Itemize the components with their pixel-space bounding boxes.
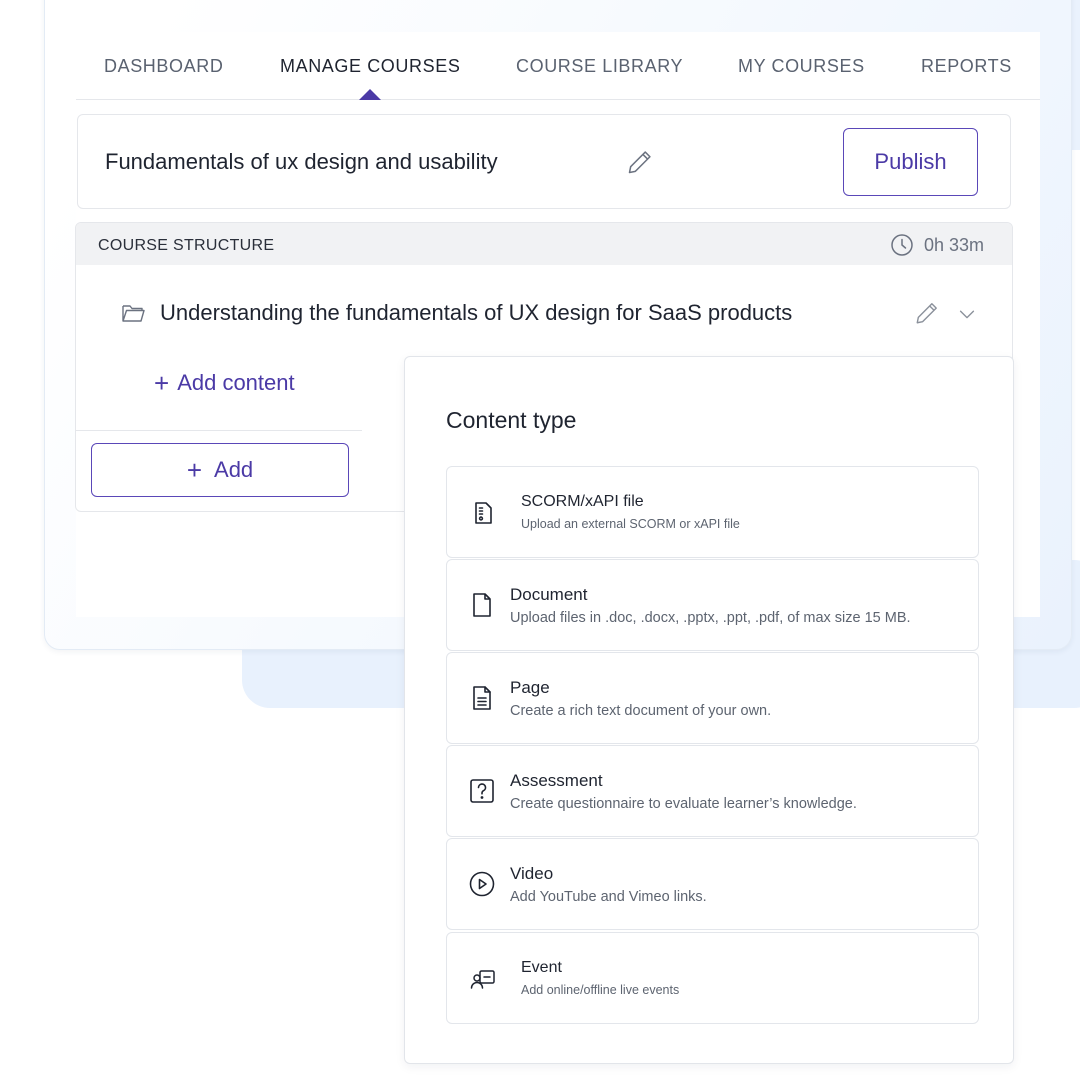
plus-icon: + [186, 454, 203, 485]
scorm-file-icon [475, 502, 492, 524]
page-icon [473, 686, 491, 710]
option-event[interactable]: Event Add online/offline live events [446, 932, 979, 1024]
course-title: Fundamentals of ux design and usability [105, 149, 498, 174]
tab-manage-courses[interactable]: MANAGE COURSES [280, 56, 460, 77]
active-tab-indicator [359, 89, 381, 100]
option-label: Assessment [510, 771, 603, 790]
option-description: Add YouTube and Vimeo links. [510, 889, 707, 905]
option-description: Create a rich text document of your own. [510, 703, 772, 719]
content-type-popup: Content type SCORM/xAPI file Upload an e… [404, 356, 1014, 1064]
pencil-icon[interactable] [626, 148, 654, 176]
add-label: Add [214, 456, 254, 482]
pencil-icon[interactable] [914, 300, 940, 326]
option-video[interactable]: Video Add YouTube and Vimeo links. [446, 838, 979, 930]
popup-title: Content type [446, 407, 577, 433]
option-label: Event [521, 959, 562, 976]
document-icon [473, 593, 491, 617]
option-assessment[interactable]: Assessment Create questionnaire to evalu… [446, 745, 979, 837]
option-page[interactable]: Page Create a rich text document of your… [446, 652, 979, 744]
tab-my-courses[interactable]: MY COURSES [738, 56, 865, 77]
course-title-card: Fundamentals of ux design and usability … [77, 114, 1011, 209]
clock-icon [891, 234, 913, 256]
tab-dashboard[interactable]: DASHBOARD [104, 56, 223, 77]
option-description: Upload files in .doc, .docx, .pptx, .ppt… [510, 610, 911, 626]
section-title[interactable]: Understanding the fundamentals of UX des… [160, 300, 792, 326]
publish-button[interactable]: Publish [843, 128, 978, 196]
chevron-down-icon[interactable] [956, 303, 978, 325]
divider [76, 430, 362, 431]
play-icon [469, 871, 495, 897]
plus-icon: + [154, 368, 170, 398]
course-duration: 0h 33m [924, 235, 985, 255]
tab-course-library[interactable]: COURSE LIBRARY [516, 56, 683, 77]
option-label: SCORM/xAPI file [521, 493, 644, 510]
option-label: Page [510, 678, 550, 697]
add-section-button[interactable]: + Add [91, 443, 349, 497]
course-structure-label: COURSE STRUCTURE [98, 237, 275, 254]
question-icon [470, 779, 494, 803]
course-structure-header: COURSE STRUCTURE 0h 33m [76, 223, 1012, 265]
option-label: Video [510, 864, 554, 883]
add-content-button[interactable]: + Add content [154, 368, 295, 399]
add-content-label: Add content [177, 370, 295, 395]
option-description: Add online/offline live events [521, 983, 680, 997]
event-icon [470, 970, 495, 989]
option-description: Create questionnaire to evaluate learner… [510, 796, 857, 812]
option-description: Upload an external SCORM or xAPI file [521, 517, 740, 531]
tab-reports[interactable]: REPORTS [921, 56, 1012, 77]
top-navigation: DASHBOARD MANAGE COURSES COURSE LIBRARY … [76, 32, 1040, 100]
folder-icon [122, 305, 145, 322]
option-scorm-xapi[interactable]: SCORM/xAPI file Upload an external SCORM… [446, 466, 979, 558]
option-document[interactable]: Document Upload files in .doc, .docx, .p… [446, 559, 979, 651]
option-label: Document [510, 585, 588, 604]
